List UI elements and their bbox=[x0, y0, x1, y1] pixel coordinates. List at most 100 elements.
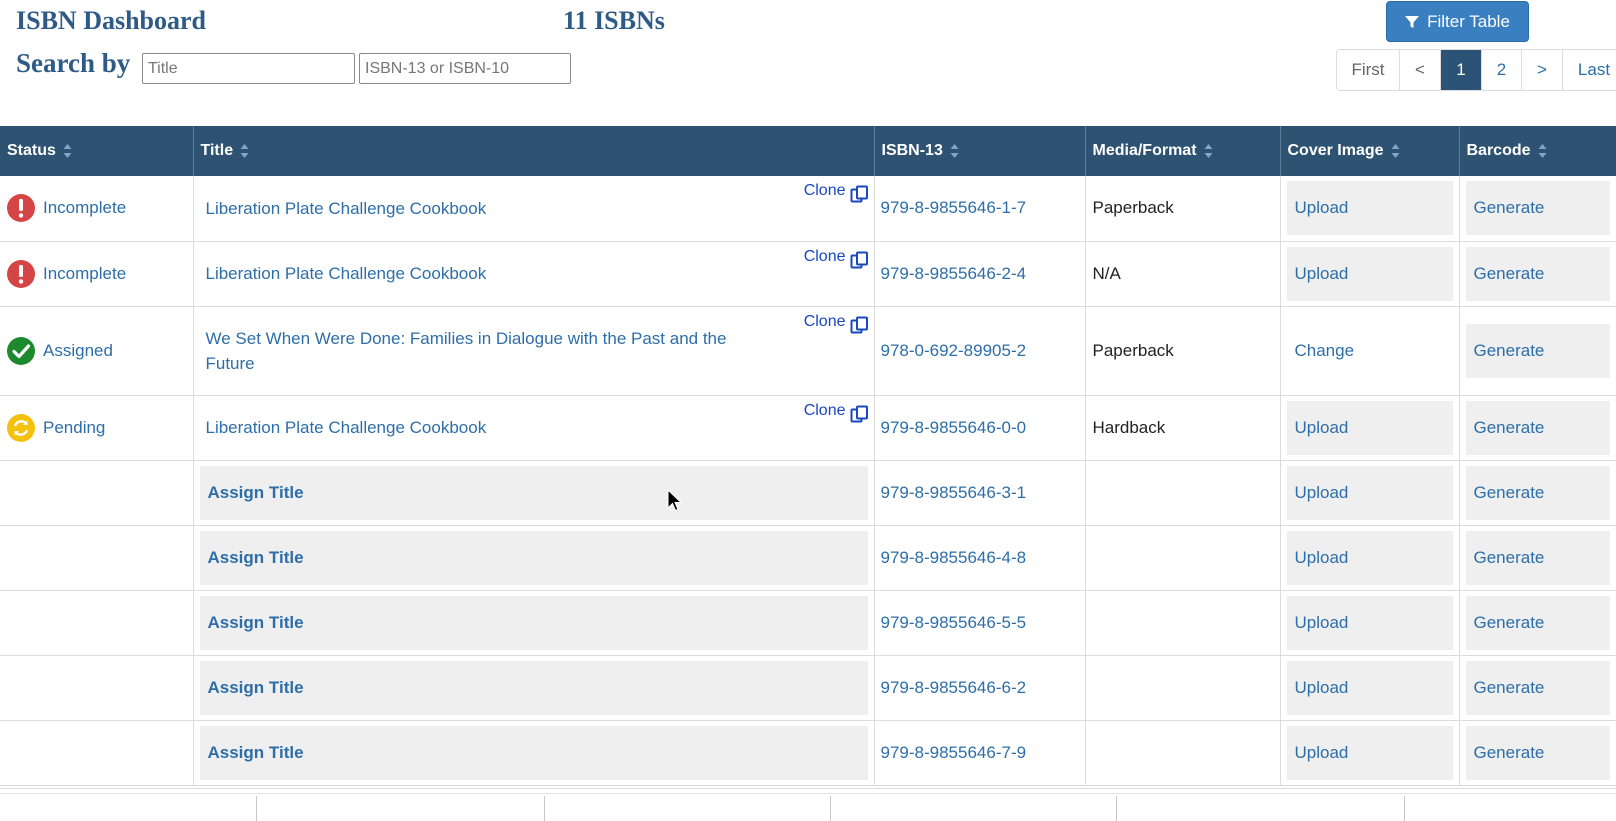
title-search-input[interactable] bbox=[142, 53, 355, 84]
copy-icon bbox=[850, 251, 868, 268]
column-header-status[interactable]: Status bbox=[0, 126, 194, 176]
isbn-link[interactable]: 979-8-9855646-6-2 bbox=[881, 678, 1027, 697]
upload-cover-button[interactable]: Upload bbox=[1286, 595, 1453, 650]
assign-title-button[interactable]: Assign Title bbox=[199, 465, 868, 520]
status-link[interactable]: Incomplete bbox=[43, 198, 126, 218]
title-cell: Liberation Plate Challenge Cookbook Clon… bbox=[193, 176, 875, 242]
page-prev-button[interactable]: < bbox=[1400, 50, 1441, 90]
page-2-button[interactable]: 2 bbox=[1482, 50, 1522, 90]
status-cell: Incomplete bbox=[0, 176, 194, 242]
title-cell: Liberation Plate Challenge Cookbook Clon… bbox=[193, 395, 875, 461]
isbn-link[interactable]: 978-0-692-89905-2 bbox=[881, 341, 1027, 360]
isbn-cell: 979-8-9855646-4-8 bbox=[874, 525, 1086, 591]
format-cell: Hardback bbox=[1085, 395, 1281, 461]
downloads-bar bbox=[0, 793, 1616, 821]
copy-icon bbox=[850, 316, 868, 333]
generate-barcode-button[interactable]: Generate bbox=[1465, 246, 1610, 301]
isbn-link[interactable]: 979-8-9855646-4-8 bbox=[881, 548, 1027, 567]
table-row: Assigned We Set When Were Done: Families… bbox=[0, 306, 1616, 396]
divider bbox=[1116, 796, 1117, 821]
page-next-button[interactable]: > bbox=[1522, 50, 1563, 90]
upload-cover-button[interactable]: Upload bbox=[1286, 400, 1453, 455]
generate-barcode-button[interactable]: Generate bbox=[1465, 181, 1610, 236]
column-header-cover[interactable]: Cover Image bbox=[1280, 126, 1460, 176]
isbn-link[interactable]: 979-8-9855646-2-4 bbox=[881, 264, 1027, 283]
clone-button[interactable]: Clone bbox=[804, 402, 869, 424]
generate-barcode-button[interactable]: Generate bbox=[1465, 725, 1610, 780]
pending-icon bbox=[7, 413, 35, 442]
isbn-link[interactable]: 979-8-9855646-0-0 bbox=[881, 418, 1027, 437]
isbn-link[interactable]: 979-8-9855646-1-7 bbox=[881, 198, 1027, 217]
isbn-cell: 979-8-9855646-1-7 bbox=[874, 176, 1086, 242]
title-link[interactable]: Liberation Plate Challenge Cookbook bbox=[200, 196, 868, 221]
generate-barcode-button[interactable]: Generate bbox=[1465, 400, 1610, 455]
status-link[interactable]: Incomplete bbox=[43, 264, 126, 284]
title-link[interactable]: Liberation Plate Challenge Cookbook bbox=[200, 415, 868, 440]
generate-barcode-button[interactable]: Generate bbox=[1465, 660, 1610, 715]
upload-cover-button[interactable]: Upload bbox=[1286, 725, 1453, 780]
status-link[interactable]: Assigned bbox=[43, 341, 113, 361]
generate-barcode-button[interactable]: Generate bbox=[1465, 530, 1610, 585]
sort-icon bbox=[1204, 143, 1213, 158]
column-header-barcode[interactable]: Barcode bbox=[1459, 126, 1616, 176]
generate-barcode-button[interactable]: Generate bbox=[1465, 595, 1610, 650]
title-link[interactable]: We Set When Were Done: Families in Dialo… bbox=[200, 326, 868, 376]
upload-cover-button[interactable]: Upload bbox=[1286, 530, 1453, 585]
isbn-cell: 978-0-692-89905-2 bbox=[874, 306, 1086, 396]
isbn-cell: 979-8-9855646-7-9 bbox=[874, 720, 1086, 786]
column-header-format[interactable]: Media/Format bbox=[1085, 126, 1281, 176]
upload-cover-button[interactable]: Upload bbox=[1286, 246, 1453, 301]
sort-icon bbox=[63, 143, 72, 158]
filter-table-button[interactable]: Filter Table bbox=[1386, 1, 1529, 42]
check-icon bbox=[7, 336, 35, 365]
page-first-button[interactable]: First bbox=[1337, 50, 1400, 90]
barcode-cell: Generate bbox=[1459, 176, 1616, 242]
status-cell bbox=[0, 655, 194, 721]
assign-title-button[interactable]: Assign Title bbox=[199, 725, 868, 780]
isbn-link[interactable]: 979-8-9855646-7-9 bbox=[881, 743, 1027, 762]
assign-title-button[interactable]: Assign Title bbox=[199, 530, 868, 585]
status-link[interactable]: Pending bbox=[43, 418, 105, 438]
format-cell bbox=[1085, 590, 1281, 656]
barcode-cell: Generate bbox=[1459, 460, 1616, 526]
title-cell: Assign Title bbox=[193, 460, 875, 526]
cover-cell: Upload bbox=[1280, 590, 1460, 656]
isbn-table: Status Title ISBN-13 Media/Format Cover … bbox=[0, 126, 1616, 786]
change-cover-link[interactable]: Change bbox=[1287, 341, 1355, 360]
error-icon bbox=[7, 259, 35, 288]
isbn-search-input[interactable] bbox=[359, 53, 571, 84]
isbn-cell: 979-8-9855646-5-5 bbox=[874, 590, 1086, 656]
isbn-link[interactable]: 979-8-9855646-5-5 bbox=[881, 613, 1027, 632]
cover-cell: Upload bbox=[1280, 241, 1460, 307]
isbn-link[interactable]: 979-8-9855646-3-1 bbox=[881, 483, 1027, 502]
status-cell: Incomplete bbox=[0, 241, 194, 307]
status-cell: Assigned bbox=[0, 306, 194, 396]
title-link[interactable]: Liberation Plate Challenge Cookbook bbox=[200, 261, 868, 286]
barcode-cell: Generate bbox=[1459, 395, 1616, 461]
column-header-title[interactable]: Title bbox=[193, 126, 875, 176]
barcode-cell: Generate bbox=[1459, 241, 1616, 307]
page-last-button[interactable]: Last bbox=[1563, 50, 1616, 90]
assign-title-button[interactable]: Assign Title bbox=[199, 660, 868, 715]
cover-cell: Upload bbox=[1280, 525, 1460, 591]
title-cell: Assign Title bbox=[193, 590, 875, 656]
format-cell bbox=[1085, 460, 1281, 526]
upload-cover-button[interactable]: Upload bbox=[1286, 465, 1453, 520]
page-title: ISBN Dashboard bbox=[16, 6, 207, 35]
column-header-isbn[interactable]: ISBN-13 bbox=[874, 126, 1086, 176]
divider bbox=[256, 796, 257, 821]
assign-title-button[interactable]: Assign Title bbox=[199, 595, 868, 650]
clone-button[interactable]: Clone bbox=[804, 248, 869, 270]
clone-button[interactable]: Clone bbox=[804, 313, 869, 335]
sort-icon bbox=[240, 143, 249, 158]
page-1-button[interactable]: 1 bbox=[1441, 50, 1482, 90]
clone-button[interactable]: Clone bbox=[804, 182, 869, 204]
upload-cover-button[interactable]: Upload bbox=[1286, 181, 1453, 236]
cover-cell: Upload bbox=[1280, 460, 1460, 526]
generate-barcode-button[interactable]: Generate bbox=[1465, 323, 1610, 378]
cover-cell: Upload bbox=[1280, 395, 1460, 461]
copy-icon bbox=[850, 405, 868, 422]
generate-barcode-button[interactable]: Generate bbox=[1465, 465, 1610, 520]
title-cell: We Set When Were Done: Families in Dialo… bbox=[193, 306, 875, 396]
upload-cover-button[interactable]: Upload bbox=[1286, 660, 1453, 715]
